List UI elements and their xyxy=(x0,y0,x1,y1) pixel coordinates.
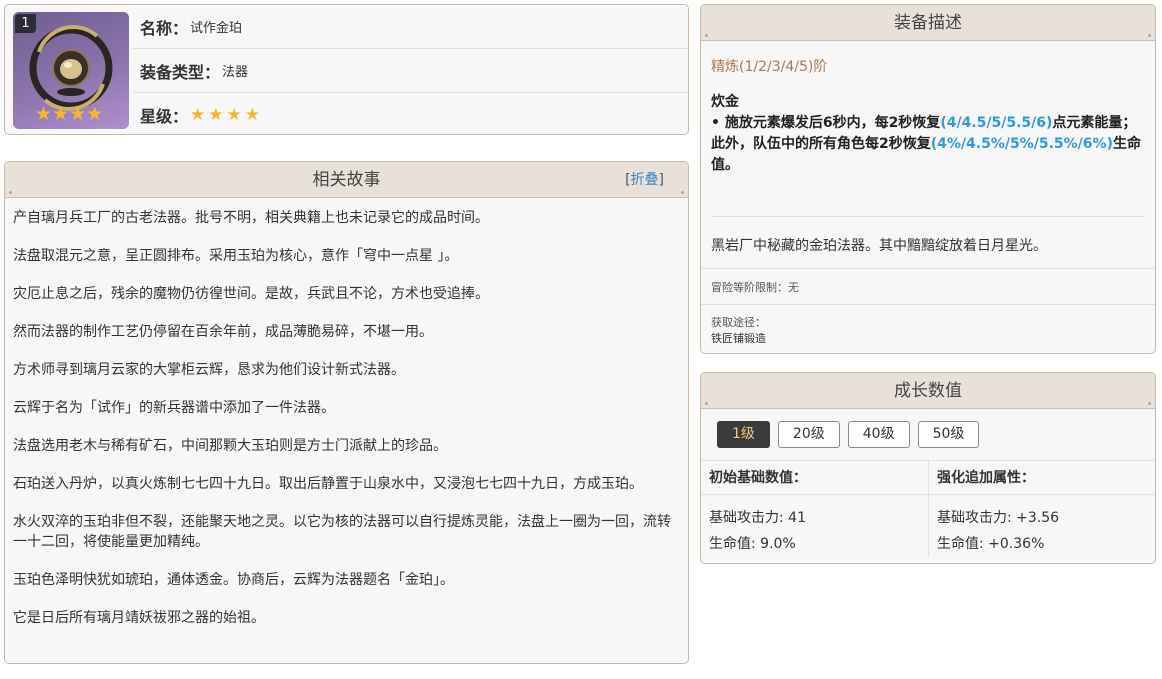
source-label: 获取途径： xyxy=(711,316,766,329)
passive-effect: 炊金 • 施放元素爆发后6秒内，每2秒恢复(4/4.5/5/5.5/6)点元素能… xyxy=(701,76,1155,176)
story-header: 相关故事 [折叠] xyxy=(5,162,688,198)
story-body: 产自璃月兵工厂的古老法器。批号不明，相关典籍上也未记录它的成品时间。 法盘取混元… xyxy=(5,198,688,628)
toggle-bracket-close: ] xyxy=(658,172,664,188)
source-value: 铁匠铺锻造 xyxy=(711,332,766,345)
story-paragraph: 它是日后所有璃月靖妖祓邪之器的始祖。 xyxy=(13,610,265,626)
level-badge: 1 xyxy=(15,14,36,33)
lore-text: 黑岩厂中秘藏的金珀法器。其中黯黯绽放着日月星光。 xyxy=(701,217,1155,269)
base-hp: 生命值: 9.0% xyxy=(709,536,796,552)
base-stats: 初始基础数值： 基础攻击力: 41 生命值: 9.0% xyxy=(701,461,928,557)
item-icon: 1 ★★★★ xyxy=(13,12,129,129)
description-panel: 装备描述 精炼(1/2/3/4/5)阶 炊金 • 施放元素爆发后6秒内，每2秒恢… xyxy=(700,4,1156,354)
story-title: 相关故事 xyxy=(312,170,381,190)
source-info: 获取途径： 铁匠铺锻造 xyxy=(701,305,1155,347)
bonus-atk: 基础攻击力: +3.56 xyxy=(937,510,1060,526)
rarity-label: 星级： xyxy=(140,107,189,126)
level-tab-40[interactable]: 40级 xyxy=(847,421,910,448)
level-tab-1[interactable]: 1级 xyxy=(717,421,770,448)
refinement-levels: 精炼(1/2/3/4/5)阶 xyxy=(711,59,828,75)
story-paragraph: 然而法器的制作工艺仍停留在百余年前，成品薄脆易碎，不堪一用。 xyxy=(13,324,433,340)
story-paragraph: 产自璃月兵工厂的古老法器。批号不明，相关典籍上也未记录它的成品时间。 xyxy=(13,210,489,226)
passive-text: • 施放元素爆发后6秒内，每2秒恢复(4/4.5/5/5.5/6)点元素能量；此… xyxy=(711,113,1145,176)
story-paragraph: 法盘选用老木与稀有矿石，中间那颗大玉珀则是方士门派献上的珍品。 xyxy=(13,438,447,454)
story-paragraph: 法盘取混元之意，呈正圆排布。采用玉珀为核心，意作「穹中一点星 」。 xyxy=(13,248,459,264)
item-type: 法器 xyxy=(222,65,249,80)
star-rating: ★★★★ xyxy=(190,105,263,125)
rarity-row: 星级： ★★★★ xyxy=(133,93,688,134)
passive-text-part: • 施放元素爆发后6秒内，每2秒恢复 xyxy=(711,115,941,131)
hp-values: (4%/4.5%/5%/5.5%/6%) xyxy=(930,136,1113,152)
growth-panel: 成长数值 1级 20级 40级 50级 初始基础数值： 基础攻击力: 41 生命… xyxy=(700,372,1156,564)
story-paragraph: 云辉于名为「试作」的新兵器谱中添加了一件法器。 xyxy=(13,400,335,416)
base-stats-header: 初始基础数值： xyxy=(701,461,928,495)
story-paragraph: 石珀送入丹炉，以真火炼制七七四十九日。取出后静置于山泉水中，又浸泡七七四十九日，… xyxy=(13,476,643,492)
bonus-hp: 生命值: +0.36% xyxy=(937,536,1045,552)
bonus-stats-header: 强化追加属性： xyxy=(929,461,1155,495)
description-title: 装备描述 xyxy=(894,13,962,33)
rank-limit: 冒险等阶限制：无 xyxy=(701,269,1155,305)
story-panel: 相关故事 [折叠] 产自璃月兵工厂的古老法器。批号不明，相关典籍上也未记录它的成… xyxy=(4,161,689,664)
story-paragraph: 水火双淬的玉珀非但不裂，还能聚天地之灵。以它为核的法器可以自行提炼灵能，法盘上一… xyxy=(13,514,671,550)
story-paragraph: 方术师寻到璃月云家的大掌柜云辉，恳求为他们设计新式法器。 xyxy=(13,362,405,378)
energy-values: (4/4.5/5/5.5/6) xyxy=(940,115,1053,131)
bonus-stats: 强化追加属性： 基础攻击力: +3.56 生命值: +0.36% xyxy=(928,461,1155,557)
growth-header: 成长数值 xyxy=(701,373,1155,409)
name-row: 名称： 试作金珀 xyxy=(133,5,688,49)
stat-grid: 初始基础数值： 基础攻击力: 41 生命值: 9.0% 强化追加属性： 基础攻击… xyxy=(701,461,1155,557)
passive-name: 炊金 xyxy=(711,94,739,110)
story-paragraph: 玉珀色泽明快犹如琥珀，通体透金。协商后，云辉为法器题名「金珀」。 xyxy=(13,572,454,588)
icon-star-rating: ★★★★ xyxy=(35,103,104,125)
base-atk: 基础攻击力: 41 xyxy=(709,510,806,526)
type-label: 装备类型： xyxy=(140,62,221,82)
level-tab-50[interactable]: 50级 xyxy=(917,421,980,448)
collapse-link[interactable]: 折叠 xyxy=(631,172,659,188)
item-name: 试作金珀 xyxy=(190,21,243,36)
item-info-card: 1 ★★★★ 名称： 试作金珀 装备类型： 法器 星级： ★★★★ xyxy=(4,4,689,135)
name-label: 名称： xyxy=(140,18,189,38)
description-header: 装备描述 xyxy=(701,5,1155,41)
level-tab-20[interactable]: 20级 xyxy=(777,421,840,448)
type-row: 装备类型： 法器 xyxy=(133,49,688,93)
collapse-toggle[interactable]: [折叠] xyxy=(625,162,664,198)
growth-title: 成长数值 xyxy=(894,381,962,401)
level-tabs: 1级 20级 40级 50级 xyxy=(701,409,1155,461)
story-paragraph: 灾厄止息之后，残余的魔物仍彷徨世间。是故，兵武且不论，方术也受追捧。 xyxy=(13,286,489,302)
